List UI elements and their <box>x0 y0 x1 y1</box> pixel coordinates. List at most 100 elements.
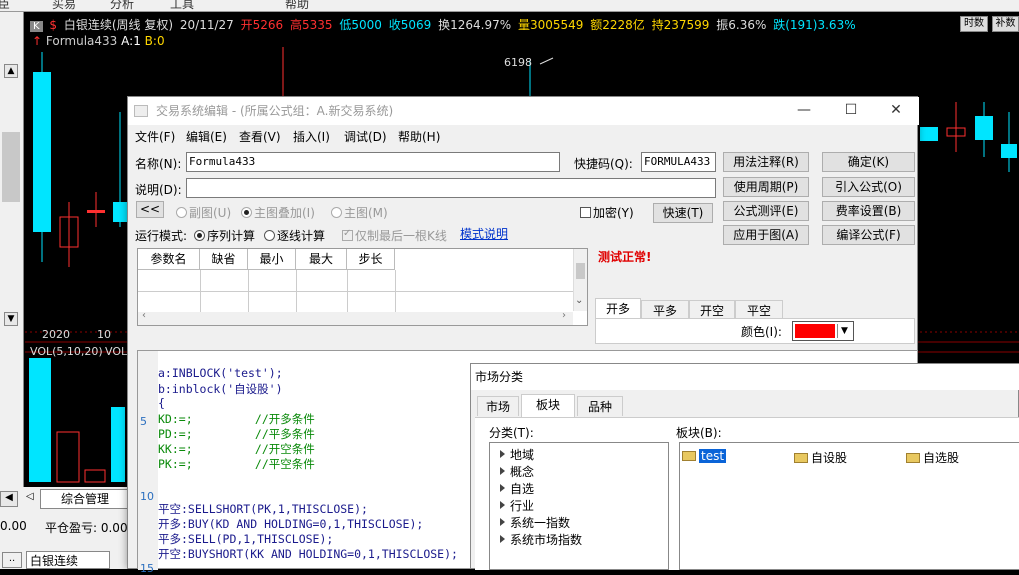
last-bar-only-checkbox[interactable]: 仅制最后一根K线 <box>342 227 447 244</box>
tab-variety[interactable]: 品种 <box>577 396 623 416</box>
category-label: 分类(T): <box>489 426 534 440</box>
category-item[interactable]: 自选 <box>500 480 534 497</box>
code-line[interactable]: 平空:SELLSHORT(PK,1,THISCLOSE); <box>158 501 368 517</box>
scroll-down-icon[interactable]: ▼ <box>4 312 18 326</box>
menu-item[interactable]: 帮助 <box>285 0 309 11</box>
left-toolbar: ▲ ▼ <box>0 12 24 492</box>
radio-main-chart[interactable]: 主图(M) <box>331 204 388 221</box>
menu-item[interactable]: 买易 <box>52 0 76 11</box>
maximize-icon[interactable]: ☐ <box>828 97 874 125</box>
name-input[interactable]: Formula433 <box>186 152 560 172</box>
ok-button[interactable]: 确定(K) <box>822 152 915 172</box>
menu-item[interactable]: 臣 <box>0 0 10 11</box>
usage-notes-button[interactable]: 用法注释(R) <box>723 152 809 172</box>
apply-to-chart-button[interactable]: 应用于图(A) <box>723 225 809 245</box>
minimize-icon[interactable]: — <box>781 97 827 125</box>
block-list[interactable]: test 自设股 自选股 <box>679 442 1019 570</box>
tab-open-short[interactable]: 开空 <box>689 300 735 320</box>
category-item[interactable]: 地域 <box>500 446 534 463</box>
radio-sub-chart[interactable]: 副图(U) <box>176 204 231 221</box>
param-vscroll[interactable]: ⌄ <box>573 249 587 311</box>
menu-file[interactable]: 文件(F) <box>135 128 175 145</box>
encrypt-checkbox[interactable]: 加密(Y) <box>580 204 634 221</box>
high-value: 高5335 <box>289 18 333 32</box>
formula-a: A:1 <box>121 34 141 48</box>
radio-main-overlay[interactable]: 主图叠加(I) <box>241 204 315 221</box>
desc-label: 说明(D): <box>135 183 182 197</box>
code-line[interactable]: PD:=; //平多条件 <box>158 426 315 442</box>
volume-bar <box>111 407 125 482</box>
period-button[interactable]: 使用周期(P) <box>723 177 809 197</box>
desc-input[interactable] <box>186 178 716 198</box>
mode-help-link[interactable]: 模式说明 <box>460 225 508 242</box>
fast-button[interactable]: 快速(T) <box>653 203 713 223</box>
scroll-left-icon[interactable]: ◀ <box>0 491 18 507</box>
quote-date: 20/11/27 <box>179 18 234 32</box>
collapse-button[interactable]: << <box>136 201 164 218</box>
fee-settings-button[interactable]: 费率设置(B) <box>822 201 915 221</box>
code-line[interactable]: 开空:BUYSHORT(KK AND HOLDING=0,1,THISCLOSE… <box>158 546 458 562</box>
share-data-button[interactable]: 时数 <box>960 16 988 32</box>
formula-test-button[interactable]: 公式测评(E) <box>723 201 809 221</box>
code-line[interactable]: { <box>158 396 165 410</box>
close-pnl: 平仓盈亏: 0.00 <box>45 521 128 535</box>
dialog-title: 交易系统编辑 - (所属公式组：A.新交易系统) <box>156 104 394 118</box>
radio-bar-by-bar-calc[interactable]: 逐线计算 <box>264 227 325 244</box>
code-line[interactable]: KK:=; //开空条件 <box>158 441 315 457</box>
tab-comprehensive-management[interactable]: 综合管理 <box>40 489 130 509</box>
run-mode-label: 运行模式: <box>135 229 188 243</box>
category-item[interactable]: 概念 <box>500 463 534 480</box>
tab-close-long[interactable]: 平多 <box>641 300 689 320</box>
bottom-panel: ◀ ◁ 综合管理 0.00 平仓盈亏: 0.00 .. 白银连续 <box>0 487 136 569</box>
tab-nav-icon[interactable]: ◁ <box>26 491 36 502</box>
tab-block[interactable]: 板块 <box>521 394 575 418</box>
param-table[interactable]: 参数名 缺省 最小 最大 步长 ⌄ ‹ › <box>137 248 588 326</box>
tab-close-short[interactable]: 平空 <box>735 300 783 320</box>
block-item-custom-stocks[interactable]: 自设股 <box>794 449 847 466</box>
app-icon <box>134 105 148 117</box>
category-list[interactable]: 地域 概念 自选 行业 系统一指数 系统市场指数 <box>489 442 669 570</box>
menu-debug[interactable]: 调试(D) <box>344 128 387 145</box>
fill-data-button[interactable]: 补数 <box>992 16 1019 32</box>
folder-icon <box>906 453 920 463</box>
market-classification-dialog: 市场分类 市场 板块 品种 分类(T): 板块(B): 地域 概念 自选 行业 … <box>470 363 1019 570</box>
code-line[interactable]: b:inblock('自设股') <box>158 381 283 397</box>
code-line[interactable]: 开多:BUY(KD AND HOLDING=0,1,THISCLOSE); <box>158 516 423 532</box>
scrollbar-thumb[interactable] <box>2 132 20 202</box>
code-line[interactable]: KD:=; //开多条件 <box>158 411 315 427</box>
param-hscroll[interactable]: ‹ › <box>138 310 573 325</box>
menu-help[interactable]: 帮助(H) <box>398 128 440 145</box>
tab-open-long[interactable]: 开多 <box>595 298 641 318</box>
menu-edit[interactable]: 编辑(E) <box>186 128 227 145</box>
category-item[interactable]: 行业 <box>500 497 534 514</box>
code-line[interactable]: a:INBLOCK('test'); <box>158 366 283 380</box>
code-line[interactable]: PK:=; //平空条件 <box>158 456 315 472</box>
scroll-up-icon[interactable]: ▲ <box>4 64 18 78</box>
menu-item[interactable]: 分析 <box>110 0 134 11</box>
param-header: 最大 <box>296 249 347 270</box>
shortcut-input[interactable]: FORMULA433 <box>641 152 716 172</box>
more-button[interactable]: .. <box>2 552 22 568</box>
chevron-right-icon: › <box>562 310 566 321</box>
category-item[interactable]: 系统一指数 <box>500 514 570 531</box>
color-label: 颜色(I): <box>741 325 782 339</box>
stock-name-field[interactable]: 白银连续 <box>26 551 110 569</box>
tab-market[interactable]: 市场 <box>477 396 519 416</box>
color-picker[interactable]: ▼ <box>792 321 854 341</box>
block-item-watchlist[interactable]: 自选股 <box>906 449 959 466</box>
line-number: 10 <box>140 490 154 503</box>
month-label: 10 <box>97 328 111 341</box>
radio-sequence-calc[interactable]: 序列计算 <box>194 227 255 244</box>
param-header: 缺省 <box>200 249 248 270</box>
category-item[interactable]: 系统市场指数 <box>500 531 582 548</box>
close-icon[interactable]: ✕ <box>873 97 919 125</box>
k-label[interactable]: K <box>30 21 43 32</box>
menu-view[interactable]: 查看(V) <box>239 128 281 145</box>
menu-insert[interactable]: 插入(I) <box>293 128 330 145</box>
code-line[interactable]: 平多:SELL(PD,1,THISCLOSE); <box>158 531 333 547</box>
compile-formula-button[interactable]: 编译公式(F) <box>822 225 915 245</box>
formula-b: B:0 <box>144 34 165 48</box>
block-item-test[interactable]: test <box>682 449 727 463</box>
import-formula-button[interactable]: 引入公式(O) <box>822 177 915 197</box>
menu-item[interactable]: 工具 <box>170 0 194 11</box>
